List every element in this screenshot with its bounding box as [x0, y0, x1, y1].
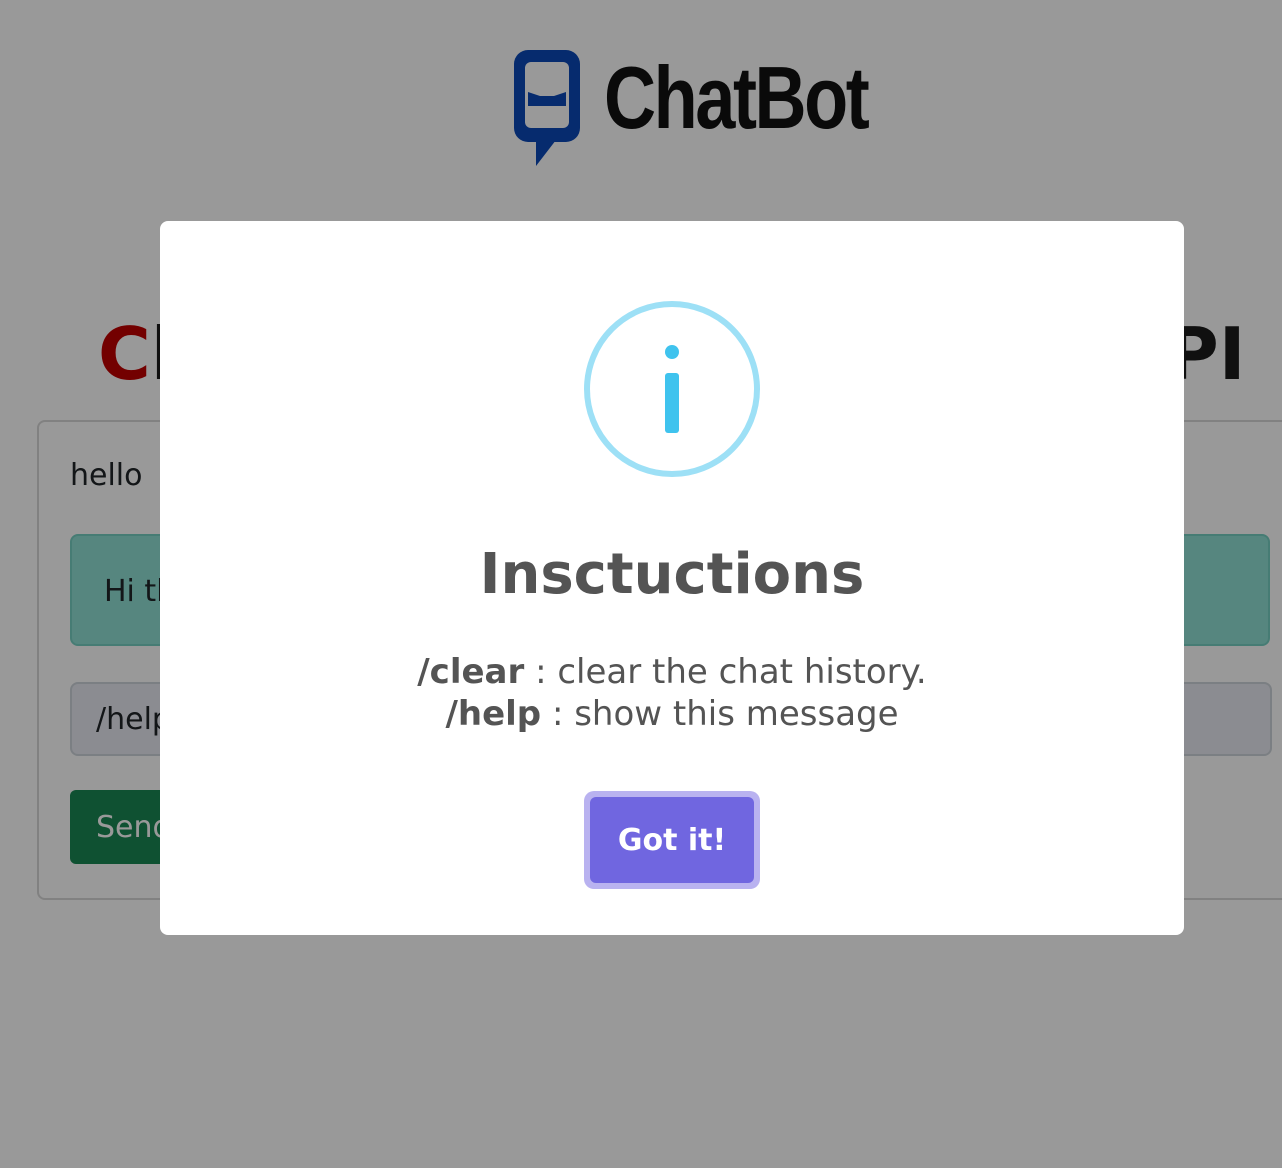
- chat-page: ChatBot Cl PI hello Hi th Send Insctucti…: [0, 0, 1282, 1168]
- instructions-modal: Insctuctions /clear : clear the chat his…: [160, 221, 1184, 935]
- command-line-clear: /clear : clear the chat history.: [160, 651, 1184, 693]
- modal-body: /clear : clear the chat history. /help :…: [160, 651, 1184, 735]
- command-name: /help: [445, 694, 542, 734]
- command-line-help: /help : show this message: [160, 693, 1184, 735]
- command-description: : clear the chat history.: [535, 652, 927, 692]
- confirm-button-focus-ring: Got it!: [584, 791, 760, 889]
- command-description: : show this message: [551, 694, 899, 734]
- got-it-button[interactable]: Got it!: [590, 797, 754, 883]
- modal-title: Insctuctions: [479, 542, 865, 607]
- info-icon: [584, 301, 760, 477]
- command-name: /clear: [417, 652, 525, 692]
